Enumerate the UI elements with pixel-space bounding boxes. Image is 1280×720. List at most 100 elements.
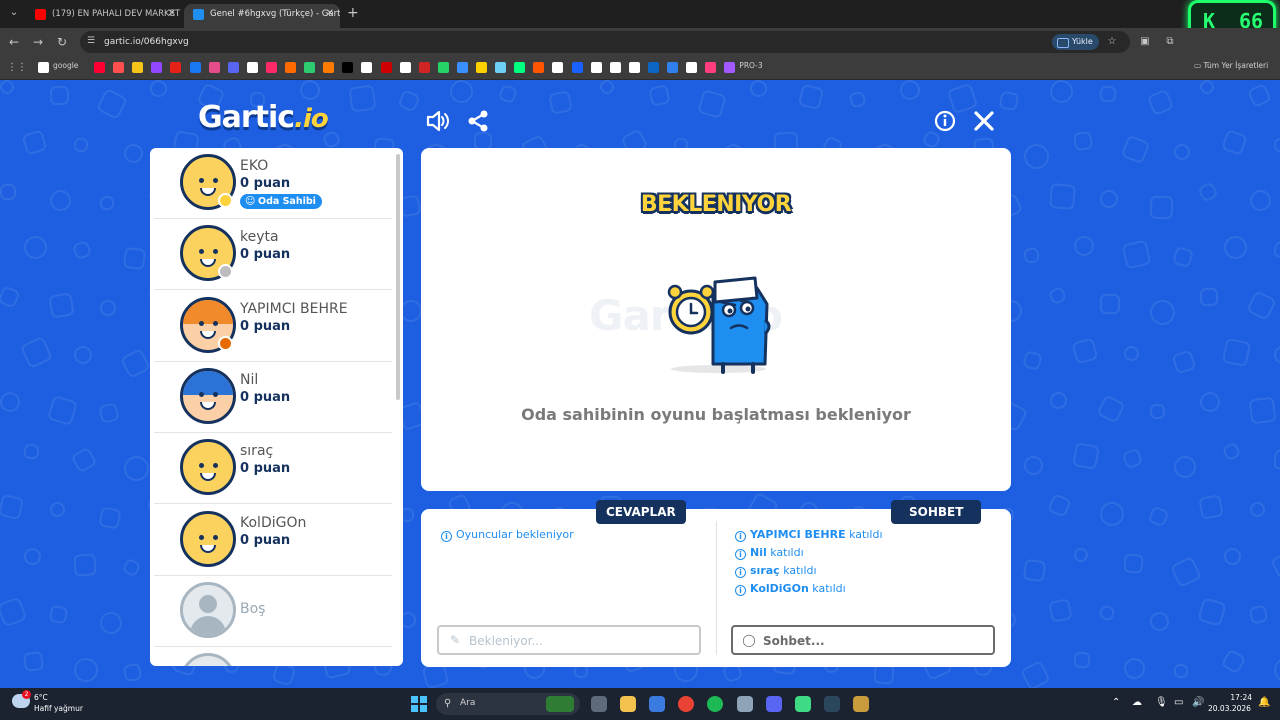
apps-grid-icon[interactable]: ⋮⋮ <box>7 62 27 74</box>
chrome-icon[interactable] <box>678 696 694 712</box>
bookmark-icon[interactable] <box>208 62 220 73</box>
bookmark-icon[interactable] <box>590 62 602 73</box>
microphone-icon[interactable]: 🎙 <box>1155 697 1168 708</box>
bookmark-icon[interactable] <box>113 62 125 73</box>
clock-date[interactable]: 20.03.2026 <box>1208 704 1251 713</box>
bookmark-label[interactable]: PRO-3 <box>739 61 762 70</box>
bookmark-icon[interactable] <box>265 62 277 73</box>
bookmark-icon[interactable] <box>533 62 545 73</box>
bookmark-icon[interactable] <box>628 62 640 73</box>
bookmark-icon[interactable] <box>189 62 201 73</box>
extensions-icon[interactable]: ⧉ <box>1164 36 1176 48</box>
file-explorer-icon[interactable] <box>620 696 636 712</box>
bookmark-icon[interactable] <box>476 62 487 73</box>
empty-player-slot[interactable] <box>154 647 392 666</box>
close-tab-icon[interactable]: ✕ <box>326 4 334 24</box>
bookmark-icon[interactable] <box>132 62 144 73</box>
weather-temperature[interactable]: 6°C <box>34 693 48 702</box>
all-bookmarks-folder[interactable]: ▭ Tüm Yer İşaretleri <box>1194 61 1268 70</box>
bookmark-icon[interactable] <box>571 62 583 73</box>
bookmark-icon[interactable] <box>609 62 621 73</box>
settings-app-icon[interactable] <box>737 696 753 712</box>
bookmark-icon[interactable] <box>705 62 717 73</box>
bookmark-icon[interactable] <box>285 62 296 73</box>
bookmark-icon[interactable] <box>246 62 258 73</box>
reload-icon[interactable]: ↻ <box>54 34 70 50</box>
weather-description[interactable]: Hafif yağmur <box>34 704 83 713</box>
spotify-icon[interactable] <box>707 696 723 712</box>
player-row[interactable]: Nil 0 puan <box>154 362 392 433</box>
bookmark-icon[interactable] <box>495 62 507 73</box>
bookmark-icon[interactable] <box>227 62 239 73</box>
bookmark-icon[interactable] <box>514 62 526 73</box>
bookmark-icon[interactable] <box>552 62 564 73</box>
close-tab-icon[interactable]: ✕ <box>168 4 176 24</box>
back-arrow-icon[interactable]: ← <box>6 34 22 50</box>
new-tab-button[interactable]: + <box>347 5 359 21</box>
league-client-icon[interactable] <box>853 696 869 712</box>
pattern-doodle <box>497 83 519 105</box>
bookmark-icon[interactable] <box>361 62 373 73</box>
mail-app-icon[interactable] <box>649 696 665 712</box>
tray-overflow-icon[interactable]: ⌃ <box>1112 697 1120 708</box>
sound-icon[interactable] <box>424 108 450 134</box>
tab-youtube[interactable]: (179) EN PAHALI DEV MARKET ✕ <box>26 4 182 28</box>
forward-arrow-icon[interactable]: → <box>30 34 46 50</box>
bookmark-icon[interactable] <box>724 62 736 73</box>
tab-search-icon[interactable]: ⌄ <box>6 5 22 21</box>
empty-player-slot[interactable]: Boş <box>154 576 392 647</box>
install-app-button[interactable]: Yükle <box>1052 34 1099 50</box>
bookmark-icon[interactable] <box>151 62 163 73</box>
answer-input[interactable] <box>469 631 689 651</box>
chat-player-name[interactable]: KolDiGOn <box>750 582 809 595</box>
android-app-icon[interactable] <box>795 696 811 712</box>
clock-time[interactable]: 17:24 <box>1212 693 1252 702</box>
site-settings-icon[interactable]: ☰ <box>87 36 98 47</box>
player-row[interactable]: keyta 0 puan <box>154 219 392 291</box>
chat-player-name[interactable]: sıraç <box>750 564 780 577</box>
bookmark-icon[interactable] <box>304 62 316 73</box>
address-bar[interactable] <box>80 31 1130 53</box>
tab-overview-icon[interactable]: ▣ <box>1139 36 1151 48</box>
bookmark-icon[interactable] <box>418 62 430 73</box>
chat-input-box[interactable]: ◯ <box>731 625 995 655</box>
chat-player-name[interactable]: YAPIMCI BEHRE <box>750 528 846 541</box>
discord-icon[interactable] <box>766 696 782 712</box>
bookmark-icon[interactable] <box>686 62 698 73</box>
bookmark-icon[interactable] <box>323 62 335 73</box>
network-icon[interactable]: ▭ <box>1174 697 1183 708</box>
chat-tab[interactable]: SOHBET <box>891 500 982 524</box>
bookmark-icon[interactable] <box>399 62 411 73</box>
chat-input[interactable] <box>763 631 983 651</box>
bookmark-icon[interactable] <box>380 62 392 73</box>
volume-icon[interactable]: 🔊 <box>1192 697 1204 708</box>
player-row[interactable]: KolDiGOn 0 puan <box>154 505 392 576</box>
notifications-icon[interactable]: 🔔 <box>1258 697 1270 708</box>
close-icon[interactable] <box>971 108 997 134</box>
onedrive-icon[interactable]: ☁ <box>1132 697 1142 708</box>
windows-start-icon[interactable] <box>411 696 427 712</box>
bookmark-icon[interactable] <box>94 62 105 73</box>
bookmark-icon[interactable] <box>667 62 678 73</box>
bookmark-icon[interactable] <box>170 62 182 73</box>
answers-tab[interactable]: CEVAPLAR <box>596 500 686 524</box>
tab-gartic[interactable]: Genel #6hgxvg (Türkçe) - Gartic ✕ <box>184 4 340 28</box>
taskbar-search[interactable]: ⚲ Ara <box>436 693 580 715</box>
bookmark-icon[interactable] <box>437 62 449 73</box>
share-icon[interactable] <box>465 108 491 134</box>
player-row[interactable]: YAPIMCI BEHRE 0 puan <box>154 291 392 362</box>
player-row[interactable]: EKO 0 puan Oda Sahibi <box>154 148 392 219</box>
task-view-icon[interactable] <box>591 696 607 712</box>
steam-icon[interactable] <box>824 696 840 712</box>
bookmark-icon[interactable] <box>38 62 49 73</box>
url-text[interactable]: gartic.io/066hgxvg <box>104 37 189 47</box>
player-row[interactable]: sıraç 0 puan <box>154 433 392 505</box>
bookmark-icon[interactable] <box>647 62 659 73</box>
bookmark-icon[interactable] <box>456 62 468 73</box>
bookmark-icon[interactable] <box>342 62 354 73</box>
bookmark-star-icon[interactable]: ☆ <box>1106 36 1118 48</box>
info-icon[interactable] <box>932 108 958 134</box>
players-scrollbar[interactable] <box>396 154 400 400</box>
chat-player-name[interactable]: Nil <box>750 546 767 559</box>
bookmark-label[interactable]: google <box>53 61 78 70</box>
